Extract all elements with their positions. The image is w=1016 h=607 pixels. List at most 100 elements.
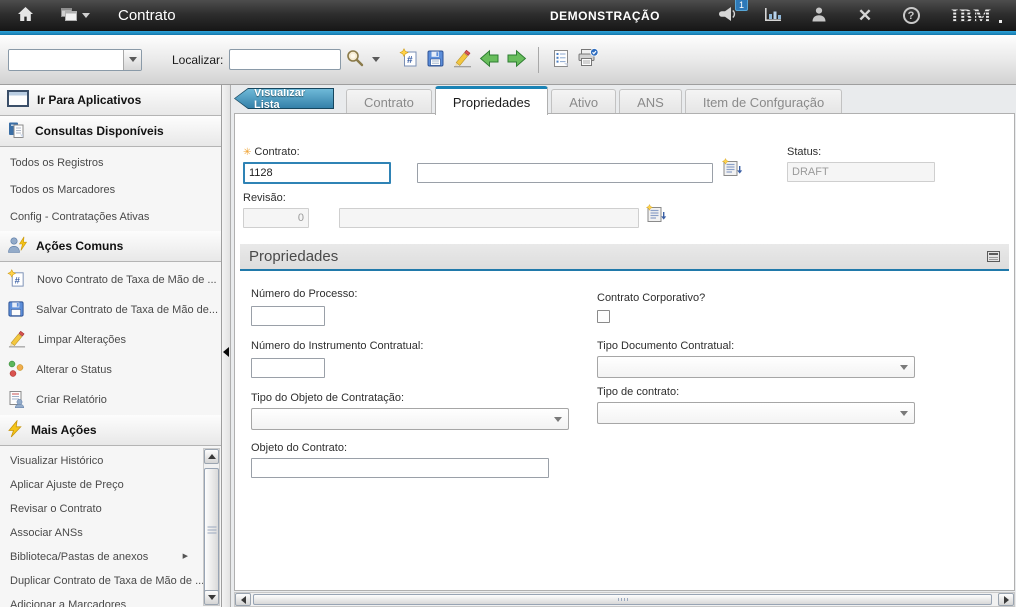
- required-marker-icon: ✳: [243, 147, 251, 158]
- record-combobox[interactable]: [8, 49, 142, 71]
- help-button[interactable]: ?: [898, 3, 924, 29]
- sign-out-button[interactable]: ✕: [852, 3, 878, 29]
- clear-changes-button[interactable]: [449, 46, 476, 73]
- scroll-left-button[interactable]: [235, 593, 251, 606]
- numero-processo-input[interactable]: [251, 306, 325, 326]
- contrato-corporativo-label: Contrato Corporativo?: [597, 292, 705, 304]
- contrato-description-input[interactable]: [417, 163, 713, 183]
- report-list-icon: [552, 49, 570, 71]
- report-center-button[interactable]: [760, 3, 786, 29]
- tipo-objeto-dropdown[interactable]: [251, 408, 569, 430]
- print-button[interactable]: [574, 46, 601, 73]
- tipo-documento-dropdown[interactable]: [597, 356, 915, 378]
- svg-text:#: #: [15, 275, 21, 286]
- long-description-button[interactable]: [645, 204, 667, 227]
- announcements-button[interactable]: 1: [714, 3, 740, 29]
- common-actions-header-label: Ações Comuns: [36, 239, 123, 253]
- scroll-right-button[interactable]: [998, 593, 1014, 606]
- chevron-down-icon: [372, 57, 380, 62]
- view-list-button[interactable]: Visualizar Lista: [234, 88, 334, 109]
- next-record-button[interactable]: [503, 46, 530, 73]
- tab-contrato[interactable]: Contrato: [346, 89, 432, 114]
- action-alterar-status[interactable]: Alterar o Status: [0, 355, 221, 385]
- scrollbar-thumb[interactable]: [253, 594, 992, 605]
- action-new-contract[interactable]: # Novo Contrato de Taxa de Mão de ...: [0, 265, 221, 295]
- triangle-down-icon: [208, 595, 216, 600]
- sidebar-splitter[interactable]: [222, 85, 231, 607]
- more-action-associar-anss[interactable]: Associar ANSs: [0, 521, 200, 545]
- scroll-up-button[interactable]: [204, 449, 219, 464]
- queries-header-label: Consultas Disponíveis: [35, 124, 164, 138]
- contrato-input[interactable]: [243, 162, 391, 184]
- horizontal-scrollbar[interactable]: [234, 592, 1015, 607]
- more-action-label: Aplicar Ajuste de Preço: [10, 473, 124, 497]
- new-record-button[interactable]: #: [395, 46, 422, 73]
- more-actions-section-header: Mais Ações: [0, 415, 221, 446]
- more-action-visualizar-historico[interactable]: Visualizar Histórico: [0, 449, 200, 473]
- query-item-todos-os-marcadores[interactable]: Todos os Marcadores: [0, 177, 221, 204]
- tab-item-de-configuracao[interactable]: Item de Confguração: [685, 89, 842, 114]
- home-button[interactable]: [12, 3, 38, 29]
- previous-record-button[interactable]: [476, 46, 503, 73]
- triangle-up-icon: [208, 454, 216, 459]
- propriedades-section-header: Propriedades: [240, 244, 1009, 271]
- search-options-button[interactable]: [368, 46, 383, 73]
- search-button[interactable]: [341, 46, 368, 73]
- query-item-config-contratacoes-ativas[interactable]: Config - Contratações Ativas: [0, 204, 221, 231]
- profile-button[interactable]: [806, 3, 832, 29]
- action-limpar-alteracoes[interactable]: Limpar Alterações: [0, 325, 221, 355]
- tab-propriedades[interactable]: Propriedades: [435, 86, 548, 115]
- bar-chart-icon: [764, 7, 782, 25]
- action-criar-relatorio[interactable]: Criar Relatório: [0, 385, 221, 415]
- sidebar-scrollbar[interactable]: [203, 448, 220, 606]
- more-action-revisar-contrato[interactable]: Revisar o Contrato: [0, 497, 200, 521]
- query-item-todos-os-registros[interactable]: Todos os Registros: [0, 150, 221, 177]
- more-action-label: Visualizar Histórico: [10, 449, 103, 473]
- minimize-section-button[interactable]: [987, 251, 1000, 262]
- save-button[interactable]: [422, 46, 449, 73]
- queries-section-header[interactable]: Consultas Disponíveis: [0, 116, 221, 147]
- more-action-aplicar-ajuste[interactable]: Aplicar Ajuste de Preço: [0, 473, 200, 497]
- more-action-adicionar-marcadores[interactable]: Adicionar a Marcadores: [0, 593, 200, 607]
- chevron-down-icon: [900, 365, 908, 370]
- search-input[interactable]: [229, 49, 341, 70]
- topbar: Contrato DEMONSTRAÇÃO 1 ✕: [0, 0, 1016, 31]
- scrollbar-thumb[interactable]: [204, 468, 219, 594]
- help-icon: ?: [903, 7, 920, 24]
- numero-instrumento-input[interactable]: [251, 358, 325, 378]
- objeto-contrato-label: Objeto do Contrato:: [251, 442, 347, 454]
- svg-text:IBM: IBM: [951, 6, 992, 26]
- action-label: Limpar Alterações: [38, 334, 126, 346]
- application-window-icon: [7, 90, 29, 110]
- go-to-menu-button[interactable]: [60, 3, 90, 29]
- save-icon: [426, 49, 445, 71]
- thumb-grip: [207, 527, 216, 536]
- section-title: Propriedades: [249, 248, 338, 265]
- collapse-sidebar-arrow-icon[interactable]: [223, 347, 229, 357]
- chevron-down-icon: [900, 411, 908, 416]
- chevron-down-icon: [82, 13, 90, 18]
- combo-input[interactable]: [9, 50, 123, 70]
- topbar-right: DEMONSTRAÇÃO 1 ✕ ?: [550, 3, 1004, 29]
- tipo-objeto-label: Tipo do Objeto de Contratação:: [251, 392, 404, 404]
- objeto-contrato-input[interactable]: [251, 458, 549, 478]
- app-title: Contrato: [118, 7, 176, 24]
- tab-ans[interactable]: ANS: [619, 89, 682, 114]
- arrow-left-icon: [479, 49, 500, 71]
- action-save-contract[interactable]: Salvar Contrato de Taxa de Mão de...: [0, 295, 221, 325]
- more-action-label: Revisar o Contrato: [10, 497, 102, 521]
- scroll-down-button[interactable]: [204, 590, 219, 605]
- tipo-contrato-dropdown[interactable]: [597, 402, 915, 424]
- more-action-duplicar-contrato[interactable]: Duplicar Contrato de Taxa de Mão de ...: [0, 569, 200, 593]
- queries-list: Todos os Registros Todos os Marcadores C…: [0, 147, 221, 231]
- tab-row: Visualizar Lista Contrato Propriedades A…: [232, 85, 1016, 114]
- more-action-label: Biblioteca/Pastas de anexos: [10, 545, 148, 569]
- tab-ativo[interactable]: Ativo: [551, 89, 616, 114]
- long-description-button[interactable]: [721, 158, 743, 181]
- contrato-corporativo-checkbox[interactable]: [597, 310, 610, 323]
- thumb-grip: [618, 598, 628, 601]
- sidebar-item-go-to-applications[interactable]: Ir Para Aplicativos: [0, 85, 221, 116]
- combo-dropdown-button[interactable]: [123, 50, 141, 70]
- reports-button[interactable]: [547, 46, 574, 73]
- more-action-biblioteca-anexos[interactable]: Biblioteca/Pastas de anexos ▶: [0, 545, 200, 569]
